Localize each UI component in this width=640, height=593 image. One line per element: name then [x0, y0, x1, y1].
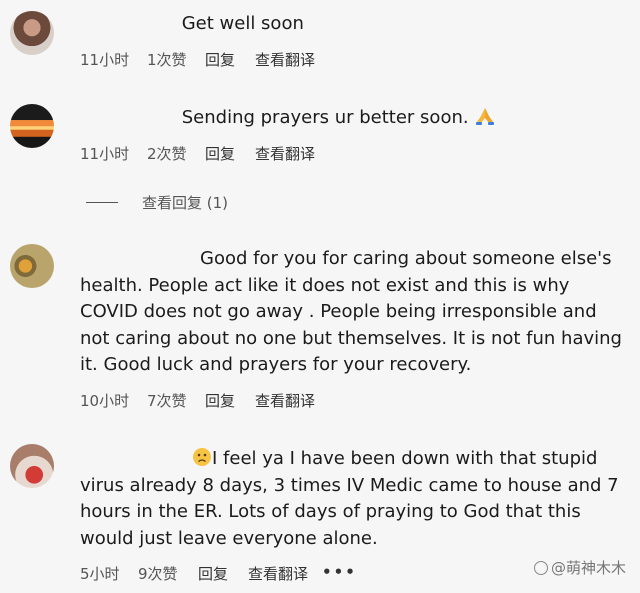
comment-meta: 5小时 9次赞 回复 查看翻译 •••: [80, 563, 357, 584]
blurred-username: [80, 13, 176, 31]
blurred-username: [80, 448, 192, 466]
comment-text: I feel ya I have been down with that stu…: [80, 448, 619, 549]
reply-button[interactable]: 回复: [205, 390, 255, 411]
translate-button[interactable]: 查看翻译: [255, 49, 315, 70]
avatar[interactable]: [10, 244, 54, 288]
comment-time: 10小时: [80, 392, 130, 410]
view-replies-link[interactable]: 查看回复 (1): [86, 192, 228, 213]
comment-time: 11小时: [80, 51, 130, 69]
comment-meta: 10小时 7次赞 回复 查看翻译: [80, 390, 315, 411]
blurred-username: [80, 248, 200, 266]
comment-text: Sending prayers ur better soon.: [80, 105, 622, 132]
blurred-username: [80, 107, 176, 125]
comment-text: Good for you for caring about someone el…: [80, 248, 622, 375]
more-options-button[interactable]: •••: [322, 563, 357, 584]
reply-button[interactable]: 回复: [198, 563, 248, 584]
translate-button[interactable]: 查看翻译: [255, 390, 315, 411]
comment-meta: 11小时 1次赞 回复 查看翻译: [80, 49, 315, 70]
reply-button[interactable]: 回复: [205, 49, 255, 70]
comment-time: 11小时: [80, 145, 130, 163]
like-count[interactable]: 2次赞: [147, 143, 205, 164]
like-count[interactable]: 9次赞: [138, 563, 198, 584]
reply-button[interactable]: 回复: [205, 143, 255, 164]
like-count[interactable]: 1次赞: [147, 49, 205, 70]
folded-hands-emoji-icon: [476, 108, 495, 125]
watermark-text: @萌神木木: [550, 559, 626, 577]
camera-icon: [533, 560, 548, 575]
like-count[interactable]: 7次赞: [147, 390, 205, 411]
avatar[interactable]: [10, 11, 54, 55]
comment-text: Get well soon: [80, 11, 622, 38]
divider-line: [86, 202, 118, 203]
translate-button[interactable]: 查看翻译: [255, 143, 315, 164]
comment-time: 5小时: [80, 565, 120, 583]
sad-face-emoji-icon: [193, 448, 211, 466]
avatar[interactable]: [10, 444, 54, 488]
view-replies-label[interactable]: 查看回复 (1): [142, 192, 228, 213]
comment-meta: 11小时 2次赞 回复 查看翻译: [80, 143, 315, 164]
watermark: @萌神木木: [533, 557, 626, 578]
avatar[interactable]: [10, 104, 54, 148]
translate-button[interactable]: 查看翻译: [248, 563, 308, 584]
